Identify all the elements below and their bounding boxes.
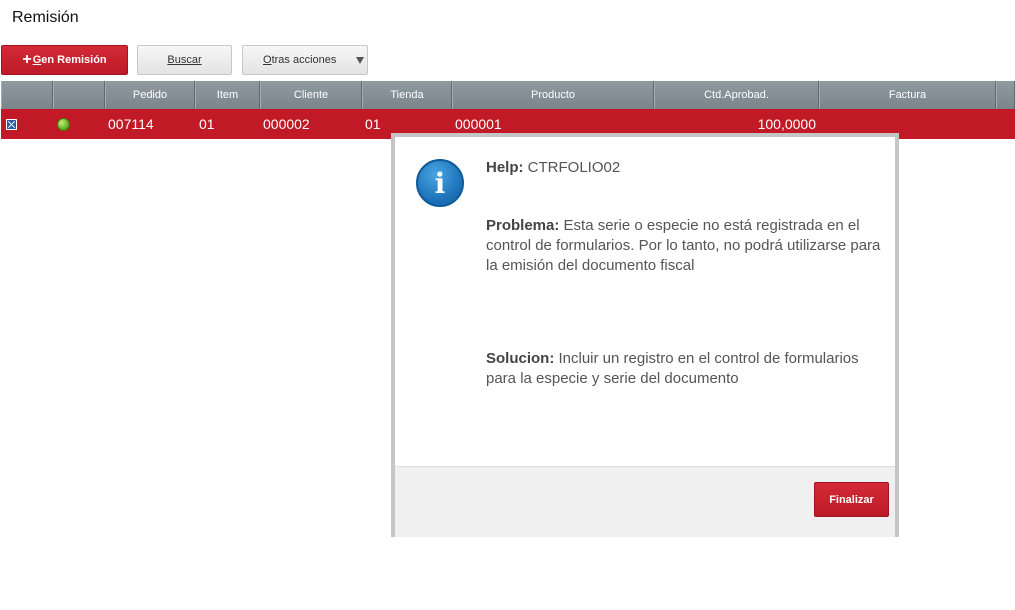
help-line: Help: CTRFOLIO02 [486,158,881,178]
caret-down-icon [356,57,364,64]
col-header-extra [996,81,1015,109]
finalizar-button[interactable]: Finalizar [814,482,889,517]
problem-label: Problema: [486,217,560,234]
info-icon: i [416,159,464,207]
col-header-item[interactable]: Item [195,81,260,109]
cell-item: 01 [199,116,215,132]
page-title: Remisión [12,9,79,26]
otras-label-accel: O [263,54,272,66]
cell-pedido: 007114 [108,116,154,132]
buscar-label: uscar [174,54,202,66]
cell-cliente: 000002 [263,116,310,132]
help-code: CTRFOLIO02 [527,159,621,176]
col-header-select[interactable] [1,81,53,109]
solution-text: Solucion: Incluir un registro en el cont… [486,349,881,389]
grid-header: Pedido Item Cliente Tienda Producto Ctd.… [1,81,1015,109]
solution-label: Solucion: [486,350,555,367]
col-header-producto[interactable]: Producto [452,81,654,109]
col-header-pedido[interactable]: Pedido [105,81,195,109]
otras-label: tras acciones [271,54,337,66]
dialog-footer: Finalizar [395,466,895,537]
status-green-icon [57,117,70,131]
col-header-cliente[interactable]: Cliente [260,81,362,109]
help-label: Help: [486,159,524,176]
row-status-cell [53,109,105,139]
buscar-label-accel: B [167,54,175,66]
gen-remision-button[interactable]: + Gen Remisión [1,45,128,75]
col-header-factura[interactable]: Factura [819,81,996,109]
otras-acciones-dropdown[interactable]: Otras acciones [242,45,368,75]
checkbox-icon[interactable] [6,118,17,130]
buscar-button[interactable]: Buscar [137,45,232,75]
plus-icon: + [22,51,32,68]
gen-remision-label: en Remisión [41,54,107,66]
col-header-tienda[interactable]: Tienda [362,81,452,109]
help-dialog: i Help: CTRFOLIO02 Problema: Esta serie … [391,133,899,537]
problem-text: Problema: Esta serie o especie no está r… [486,216,881,276]
gen-remision-label-accel: G [32,54,42,66]
row-select-cell[interactable] [1,109,53,139]
col-header-status[interactable] [53,81,105,109]
col-header-ctd-aprobad[interactable]: Ctd.Aprobad. [654,81,819,109]
